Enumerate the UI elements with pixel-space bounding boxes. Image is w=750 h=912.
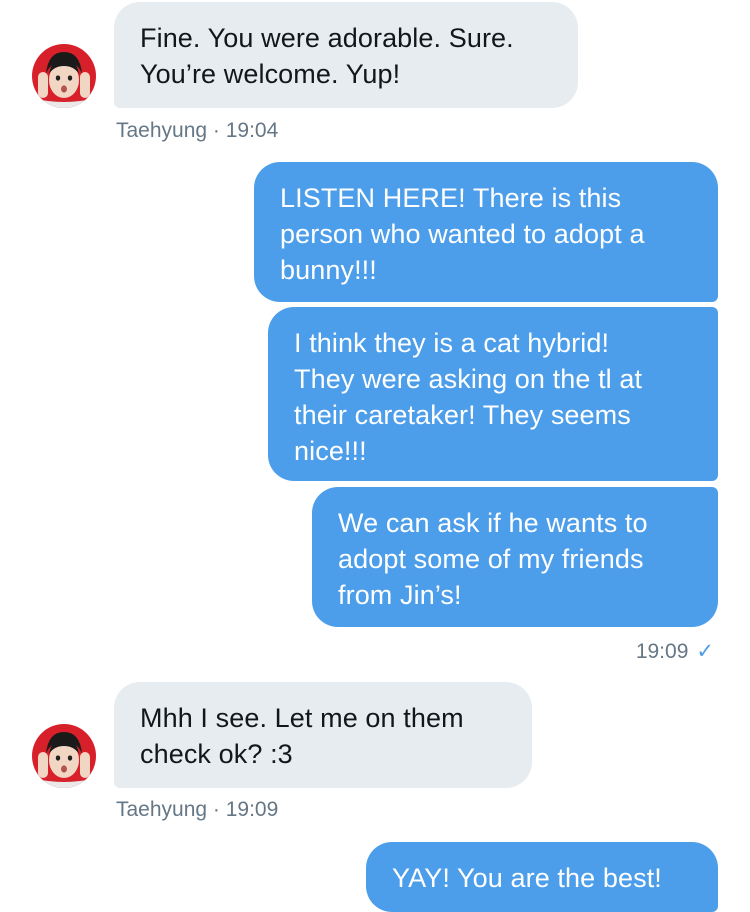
avatar-taehyung[interactable] xyxy=(32,44,96,108)
avatar-image-icon xyxy=(32,724,96,788)
checkmark-icon: ✓ xyxy=(696,640,714,663)
dm-conversation: Fine. You were adorable. Sure. You’re we… xyxy=(0,0,750,912)
message-meta-time-read: 19:09 ✓ xyxy=(636,639,714,664)
message-bubble-sent[interactable]: We can ask if he wants to adopt some of … xyxy=(312,487,718,627)
avatar-image-icon xyxy=(32,44,96,108)
message-meta-sender-time: Taehyung · 19:09 xyxy=(116,798,279,821)
message-bubble-sent[interactable]: YAY! You are the best! xyxy=(366,842,718,912)
message-bubble-received[interactable]: Mhh I see. Let me on them check ok? :3 xyxy=(114,682,532,788)
message-time: 19:09 xyxy=(635,640,689,663)
avatar-taehyung[interactable] xyxy=(32,724,96,788)
message-bubble-sent[interactable]: I think they is a cat hybrid! They were … xyxy=(268,307,718,481)
message-bubble-received[interactable]: Fine. You were adorable. Sure. You’re we… xyxy=(114,2,578,108)
message-meta-sender-time: Taehyung · 19:04 xyxy=(116,119,279,142)
message-bubble-sent[interactable]: LISTEN HERE! There is this person who wa… xyxy=(254,162,718,302)
